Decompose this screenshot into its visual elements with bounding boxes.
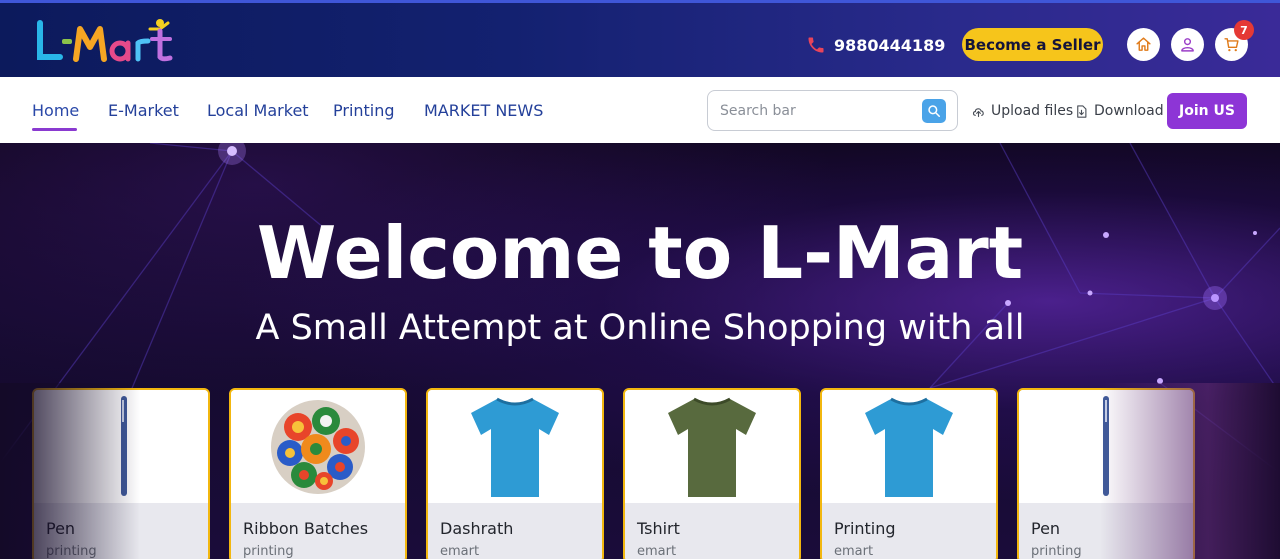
- cart-count-badge: 7: [1234, 20, 1254, 40]
- nav-home[interactable]: Home: [32, 101, 79, 120]
- product-image: [428, 390, 602, 503]
- product-card-tshirt[interactable]: Tshirt emart: [623, 388, 801, 559]
- main-navbar: Home E-Market Local Market Printing MARK…: [0, 77, 1280, 143]
- search-button[interactable]: [922, 99, 946, 123]
- download-link[interactable]: Download: [1074, 103, 1164, 119]
- upload-files-label: Upload files: [991, 103, 1074, 119]
- product-info: Pen printing: [34, 503, 208, 559]
- product-image: [34, 390, 208, 503]
- upload-files-link[interactable]: Upload files: [971, 103, 1073, 119]
- become-seller-button[interactable]: Become a Seller: [962, 28, 1103, 61]
- product-name: Tshirt: [637, 519, 680, 538]
- file-download-icon: [1077, 104, 1087, 118]
- product-name: Ribbon Batches: [243, 519, 369, 538]
- product-image: [822, 390, 996, 503]
- product-name: Dashrath: [440, 519, 514, 538]
- pen-image: [1103, 395, 1109, 496]
- product-card-pen[interactable]: Pen printing: [32, 388, 210, 559]
- nav-printing[interactable]: Printing: [333, 101, 395, 120]
- account-button[interactable]: [1171, 28, 1204, 61]
- phone-number: 9880444189: [834, 35, 946, 55]
- blue-tshirt-image: [865, 397, 953, 497]
- product-info: Tshirt emart: [625, 503, 799, 559]
- nav-local-market[interactable]: Local Market: [207, 101, 309, 120]
- active-nav-indicator: [32, 128, 77, 131]
- product-category: emart: [440, 544, 480, 559]
- hero-title: Welcome to L-Mart: [256, 211, 1024, 295]
- product-category: emart: [834, 544, 874, 559]
- search-box: [707, 90, 958, 131]
- join-us-button[interactable]: Join US: [1167, 93, 1247, 129]
- product-card-ribbon-batches[interactable]: Ribbon Batches printing: [229, 388, 407, 559]
- product-info: Pen printing: [1019, 503, 1193, 559]
- blue-tshirt-image: [471, 397, 559, 497]
- product-info: Ribbon Batches printing: [231, 503, 405, 559]
- product-image: [231, 390, 405, 503]
- product-card-printing[interactable]: Printing emart: [820, 388, 998, 559]
- product-category: printing: [243, 544, 294, 559]
- product-category: emart: [637, 544, 677, 559]
- product-name: Printing: [834, 519, 896, 538]
- l-mart-logo[interactable]: [36, 17, 196, 69]
- user-icon: [1181, 38, 1194, 52]
- product-image: [1019, 390, 1193, 503]
- product-name: Pen: [46, 519, 76, 538]
- hero-subtitle: A Small Attempt at Online Shopping with …: [255, 308, 1025, 348]
- nav-e-market[interactable]: E-Market: [108, 101, 179, 120]
- olive-tshirt-image: [668, 397, 756, 497]
- phone-icon: [808, 37, 824, 53]
- product-name: Pen: [1031, 519, 1061, 538]
- product-image: [625, 390, 799, 503]
- search-input[interactable]: [720, 99, 920, 123]
- pen-image: [121, 395, 127, 496]
- top-header: 9880444189 Become a Seller 7: [0, 0, 1280, 77]
- download-label: Download: [1094, 103, 1164, 119]
- product-card-dashrath[interactable]: Dashrath emart: [426, 388, 604, 559]
- product-info: Printing emart: [822, 503, 996, 559]
- phone-contact[interactable]: 9880444189: [806, 33, 945, 57]
- cloud-upload-icon: [972, 107, 984, 117]
- product-category: printing: [46, 544, 97, 559]
- ribbon-badges-image: [271, 399, 365, 494]
- cart-icon: [1224, 38, 1239, 52]
- product-category: printing: [1031, 544, 1082, 559]
- home-button[interactable]: [1127, 28, 1160, 61]
- nav-market-news[interactable]: MARKET NEWS: [424, 101, 543, 120]
- product-card-pen[interactable]: Pen printing: [1017, 388, 1195, 559]
- home-icon: [1136, 37, 1151, 51]
- hero-banner: Welcome to L-Mart A Small Attempt at Onl…: [0, 143, 1280, 559]
- product-info: Dashrath emart: [428, 503, 602, 559]
- search-icon: [928, 105, 941, 118]
